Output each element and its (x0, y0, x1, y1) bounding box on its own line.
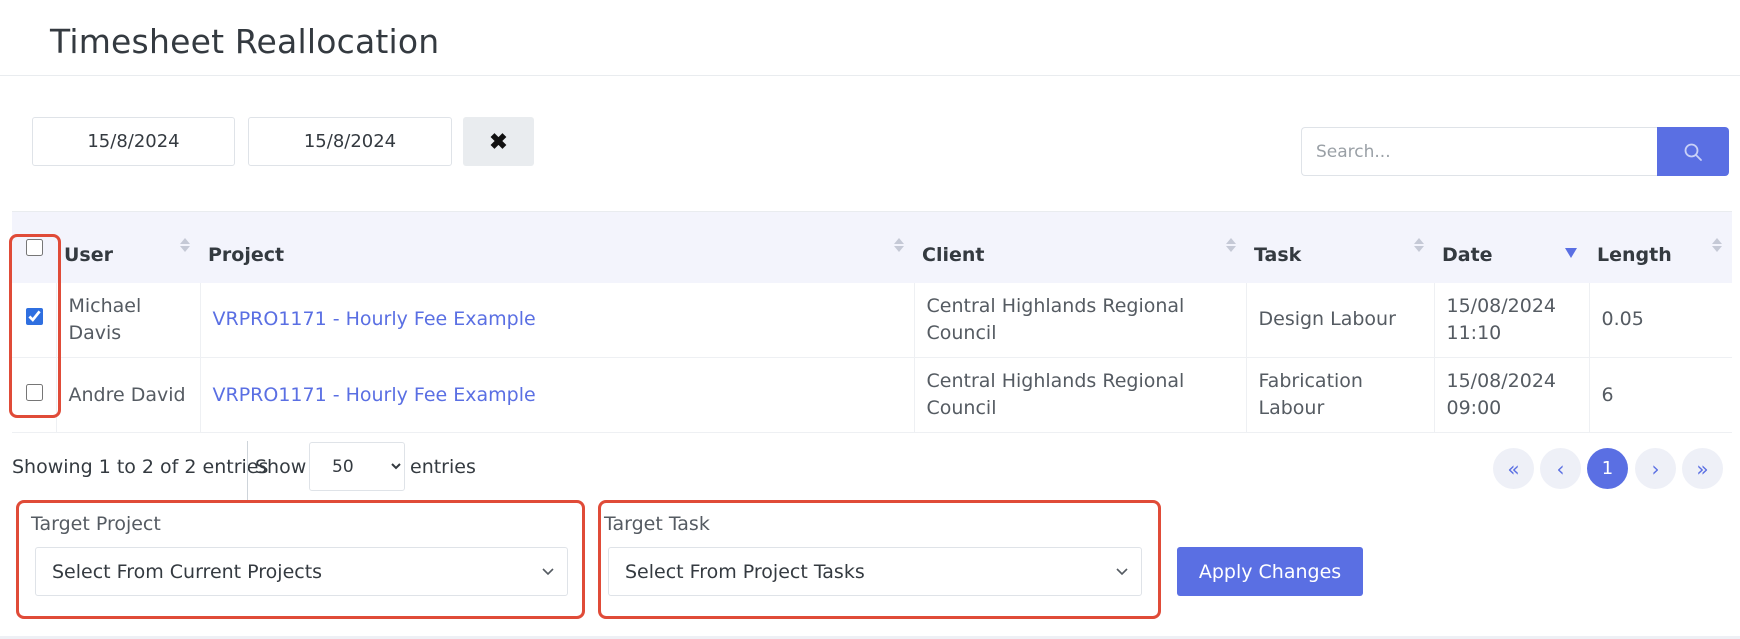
divider (247, 441, 248, 501)
cell-user: Michael Davis (56, 282, 201, 358)
sort-icon (180, 238, 190, 252)
column-header-date[interactable]: Date (1434, 211, 1589, 283)
cell-project: VRPRO1171 - Hourly Fee Example (200, 357, 915, 433)
sort-icon (894, 238, 904, 252)
cell-task: Fabrication Labour (1246, 357, 1435, 433)
row-checkbox[interactable] (26, 308, 43, 326)
sort-icon (1226, 238, 1236, 252)
row-checkbox[interactable] (26, 383, 43, 401)
project-link[interactable]: VRPRO1171 - Hourly Fee Example (213, 308, 536, 330)
column-header-length[interactable]: Length (1589, 211, 1732, 283)
close-icon: ✖ (489, 128, 508, 154)
show-label: Show (255, 456, 307, 478)
target-project-label: Target Project (31, 513, 161, 535)
column-header-user[interactable]: User (56, 211, 200, 283)
target-project-select[interactable]: Select From Current Projects (35, 547, 568, 596)
cell-project: VRPRO1171 - Hourly Fee Example (200, 282, 915, 358)
page-length-select[interactable]: 50 (309, 442, 405, 491)
project-link[interactable]: VRPRO1171 - Hourly Fee Example (213, 384, 536, 406)
chevron-right-icon: › (1651, 456, 1660, 481)
cell-user: Andre David (56, 357, 201, 433)
search-button[interactable] (1657, 127, 1729, 176)
page-header: Timesheet Reallocation (0, 0, 1740, 76)
cell-date: 15/08/2024 11:10 (1434, 282, 1590, 358)
apply-changes-button[interactable]: Apply Changes (1177, 547, 1363, 596)
date-to-input[interactable] (248, 117, 452, 166)
target-task-select[interactable]: Select From Project Tasks (608, 547, 1142, 596)
sort-icon (1712, 238, 1722, 252)
cell-client: Central Highlands Regional Council (914, 357, 1247, 433)
column-header-project[interactable]: Project (200, 211, 914, 283)
select-all-checkbox[interactable] (26, 239, 43, 257)
date-from-input[interactable] (32, 117, 235, 166)
page-title: Timesheet Reallocation (50, 22, 440, 61)
cell-length: 0.05 (1589, 282, 1732, 358)
select-all-header (12, 211, 56, 283)
row-select-cell (12, 357, 57, 433)
double-chevron-right-icon: » (1696, 456, 1709, 481)
cell-task: Design Labour (1246, 282, 1435, 358)
target-task-label: Target Task (604, 513, 710, 535)
column-header-client[interactable]: Client (914, 211, 1246, 283)
clear-dates-button[interactable]: ✖ (463, 117, 534, 166)
chevron-down-icon (542, 568, 554, 576)
table-info: Showing 1 to 2 of 2 entries (12, 456, 269, 478)
page-1-button[interactable]: 1 (1587, 448, 1628, 489)
next-page-button[interactable]: › (1635, 448, 1676, 489)
table-row: Andre David VRPRO1171 - Hourly Fee Examp… (12, 357, 1732, 433)
search-input[interactable] (1301, 127, 1658, 176)
cell-client: Central Highlands Regional Council (914, 282, 1247, 358)
chevron-down-icon (1116, 568, 1128, 576)
sort-desc-icon (1565, 248, 1577, 258)
row-select-cell (12, 282, 57, 358)
entries-label: entries (410, 456, 476, 478)
timesheet-table: User Project Client Task Date Length Mic… (12, 211, 1732, 433)
prev-page-button[interactable]: ‹ (1540, 448, 1581, 489)
sort-icon (1414, 238, 1424, 252)
cell-length: 6 (1589, 357, 1732, 433)
double-chevron-left-icon: « (1507, 456, 1520, 481)
table-row: Michael Davis VRPRO1171 - Hourly Fee Exa… (12, 282, 1732, 358)
search-icon (1684, 143, 1702, 161)
chevron-left-icon: ‹ (1556, 456, 1565, 481)
cell-date: 15/08/2024 09:00 (1434, 357, 1590, 433)
column-header-task[interactable]: Task (1246, 211, 1434, 283)
table-header-row: User Project Client Task Date Length (12, 211, 1732, 283)
last-page-button[interactable]: » (1682, 448, 1723, 489)
first-page-button[interactable]: « (1493, 448, 1534, 489)
